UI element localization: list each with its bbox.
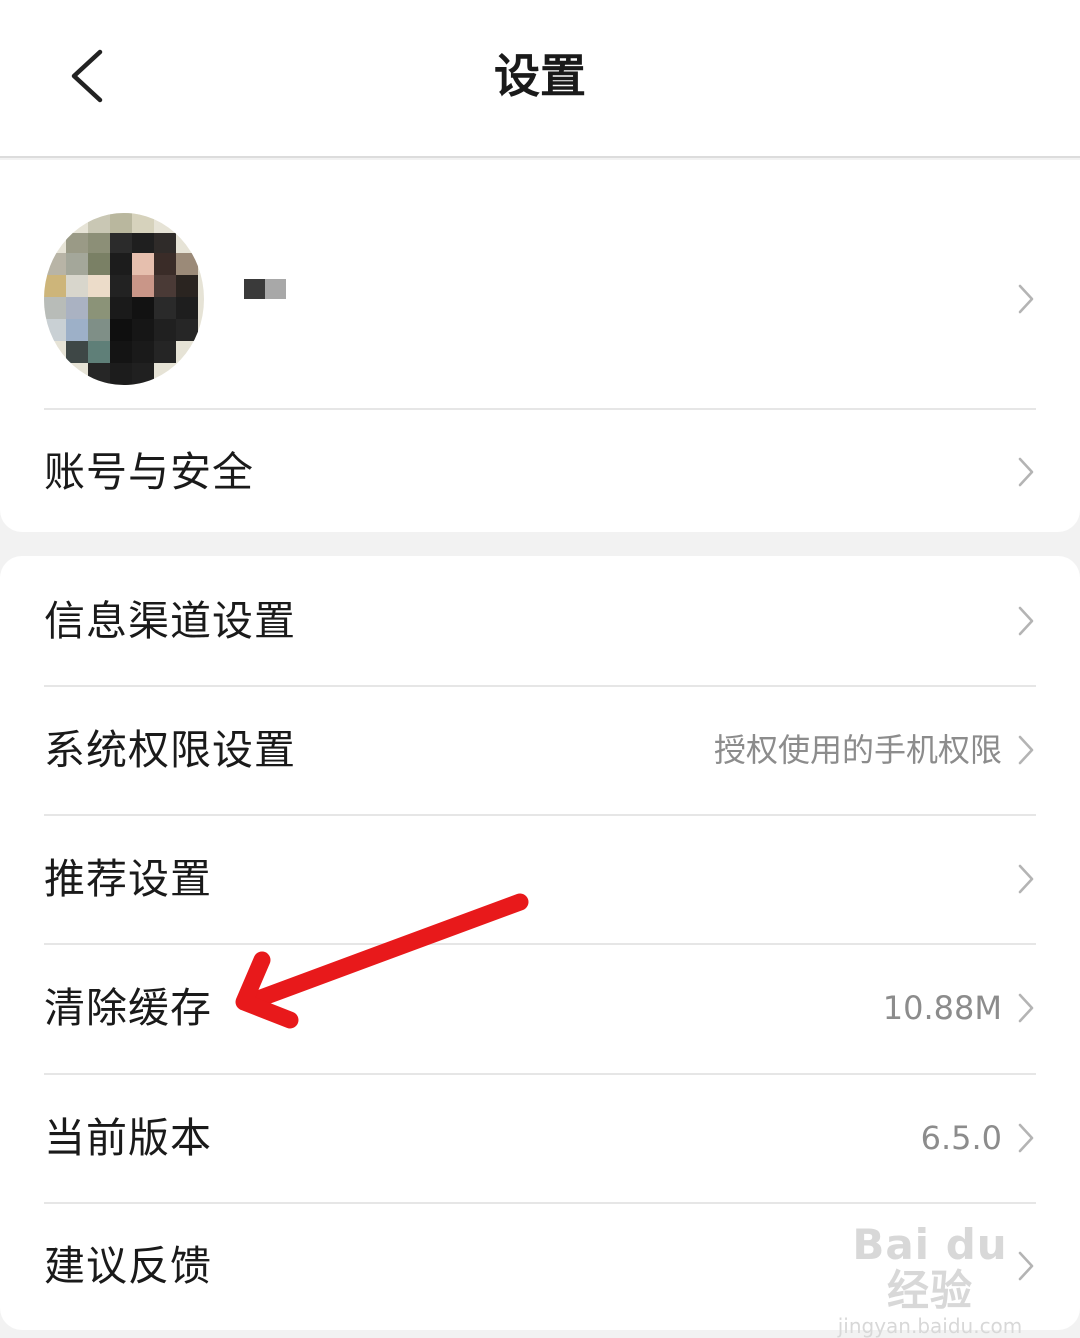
chevron-right-icon	[1016, 282, 1036, 316]
chevron-right-icon	[1016, 733, 1036, 767]
watermark: Bai du 经验 jingyan.baidu.com	[830, 1222, 1030, 1338]
profile-info	[44, 213, 1016, 385]
profile-row[interactable]	[44, 190, 1036, 410]
app-header: 设置	[0, 0, 1080, 158]
settings-item-current-version[interactable]: 当前版本 6.5.0	[44, 1073, 1036, 1204]
chevron-right-icon	[1016, 991, 1036, 1025]
cache-size-value: 10.88M	[882, 989, 1002, 1027]
watermark-url: jingyan.baidu.com	[837, 1314, 1023, 1338]
watermark-main: Bai du 经验	[852, 1220, 1008, 1315]
settings-item-recommendation[interactable]: 推荐设置	[44, 814, 1036, 945]
settings-item-label: 当前版本	[44, 1113, 212, 1162]
settings-item-label: 系统权限设置	[44, 725, 296, 774]
settings-item-system-permissions[interactable]: 系统权限设置 授权使用的手机权限	[44, 685, 1036, 816]
settings-item-value: 授权使用的手机权限	[713, 730, 1002, 769]
version-value: 6.5.0	[920, 1118, 1002, 1157]
chevron-right-icon	[1016, 862, 1036, 896]
chevron-right-icon	[1016, 455, 1036, 489]
settings-item-label: 推荐设置	[44, 854, 212, 903]
settings-card: 信息渠道设置 系统权限设置 授权使用的手机权限 推荐设置 清除缓存 10.88M…	[0, 556, 1080, 1330]
chevron-right-icon	[1016, 604, 1036, 638]
chevron-right-icon	[1016, 1121, 1036, 1155]
page-title: 设置	[494, 49, 586, 103]
settings-item-clear-cache[interactable]: 清除缓存 10.88M	[44, 943, 1036, 1075]
settings-item-label: 账号与安全	[44, 448, 254, 496]
profile-card: 账号与安全	[0, 160, 1080, 532]
settings-item-label: 信息渠道设置	[44, 596, 296, 645]
settings-item-label: 清除缓存	[44, 984, 212, 1032]
profile-name-mosaic	[244, 279, 286, 299]
avatar[interactable]	[44, 213, 204, 385]
settings-item-account-security[interactable]: 账号与安全	[44, 410, 1036, 534]
settings-item-info-channel[interactable]: 信息渠道设置	[44, 556, 1036, 687]
